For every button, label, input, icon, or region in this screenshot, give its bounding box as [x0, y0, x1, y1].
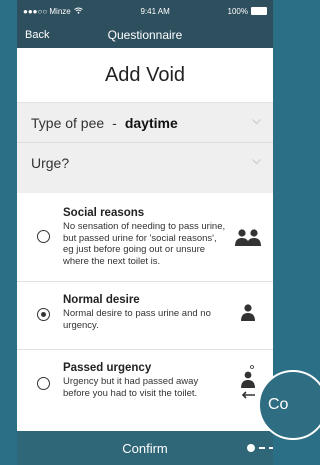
- progress-dash: [259, 447, 265, 449]
- bubble-label: Co: [268, 396, 289, 413]
- type-of-pee-field: Type of pee - daytime: [31, 115, 178, 131]
- wifi-icon: [73, 7, 83, 16]
- nav-bar: Back Questionnaire: [17, 22, 273, 48]
- page-title: Add Void: [17, 48, 273, 102]
- back-button[interactable]: Back: [25, 29, 49, 41]
- section-divider: [17, 182, 273, 193]
- type-of-pee-label: Type of pee: [31, 114, 105, 131]
- urge-selector[interactable]: Urge?: [17, 142, 273, 182]
- option-normal-desire[interactable]: Normal desire Normal desire to pass urin…: [17, 282, 273, 350]
- type-of-pee-selector[interactable]: Type of pee - daytime: [17, 102, 273, 142]
- urge-label: Urge?: [31, 154, 70, 171]
- nav-title: Questionnaire: [107, 28, 183, 42]
- type-separator: -: [112, 114, 117, 131]
- option-title: Social reasons: [63, 207, 145, 219]
- battery-icon: [251, 7, 267, 15]
- option-passed-urgency[interactable]: Passed urgency Urgency but it had passed…: [17, 350, 273, 420]
- radio-button[interactable]: [37, 377, 50, 390]
- progress-dash: [269, 447, 273, 449]
- confirm-button[interactable]: Confirm: [17, 431, 273, 465]
- chevron-down-icon: [252, 117, 261, 128]
- option-description: No sensation of needing to pass urine, b…: [63, 221, 226, 267]
- confirm-label: Confirm: [122, 440, 168, 456]
- battery-label: 100%: [227, 6, 248, 16]
- status-time: 9:41 AM: [140, 6, 170, 16]
- option-title: Normal desire: [63, 294, 140, 306]
- app-screen: ●●●○○ Minze 9:41 AM 100% Back Questionna…: [17, 0, 273, 465]
- radio-button-selected[interactable]: [37, 308, 50, 321]
- chevron-down-icon: [252, 157, 261, 168]
- two-people-icon: [231, 229, 265, 247]
- type-of-pee-value: daytime: [124, 114, 178, 131]
- person-icon: [231, 304, 265, 322]
- radio-button[interactable]: [37, 230, 50, 243]
- next-step-bubble: Co: [258, 370, 320, 440]
- option-description: Urgency but it had passed away before yo…: [63, 376, 199, 399]
- option-description: Normal desire to pass urine and no urgen…: [63, 308, 211, 331]
- progress-dot: [247, 444, 255, 452]
- urge-options-list: Social reasons No sensation of needing t…: [17, 193, 273, 420]
- option-title: Passed urgency: [63, 362, 152, 374]
- option-social-reasons[interactable]: Social reasons No sensation of needing t…: [17, 193, 273, 282]
- progress-indicator: [247, 444, 273, 452]
- carrier-label: ●●●○○ Minze: [23, 6, 71, 16]
- status-bar: ●●●○○ Minze 9:41 AM 100%: [17, 0, 273, 22]
